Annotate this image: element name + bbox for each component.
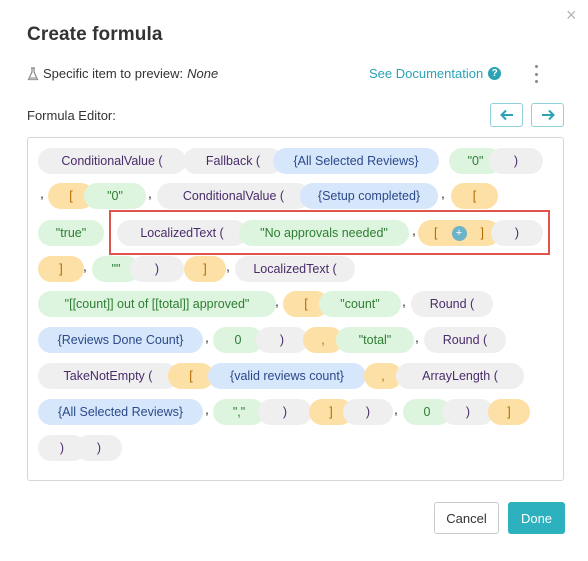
formula-token-function[interactable]: Round ( <box>411 291 493 317</box>
done-button[interactable]: Done <box>508 502 565 534</box>
arrow-left-icon <box>499 109 513 121</box>
formula-token-paren[interactable]: ) <box>343 399 393 425</box>
preview-label: Specific item to preview: <box>43 66 184 81</box>
formula-token-paren[interactable]: ) <box>489 148 543 174</box>
docs-link-label: See Documentation <box>369 66 484 81</box>
formula-token-function[interactable]: ArrayLength ( <box>396 363 524 389</box>
formula-token-comma[interactable]: , <box>80 258 90 274</box>
formula-token-comma[interactable]: , <box>272 293 282 309</box>
formula-token-comma[interactable]: , <box>145 185 155 201</box>
formula-token-paren[interactable]: ) <box>76 435 122 461</box>
formula-token-comma[interactable]: , <box>399 293 409 309</box>
formula-token-string[interactable]: "true" <box>38 220 104 246</box>
close-icon[interactable]: × <box>566 6 577 24</box>
formula-token-string[interactable]: "0" <box>84 183 146 209</box>
undo-button[interactable] <box>490 103 523 127</box>
formula-token-bracket[interactable]: ] <box>488 399 530 425</box>
create-formula-dialog: × Create formula Specific item to previe… <box>0 0 588 561</box>
flask-icon <box>27 66 39 80</box>
formula-token-paren[interactable]: ) <box>442 399 494 425</box>
formula-token-field[interactable]: {All Selected Reviews} <box>38 399 203 425</box>
cancel-button[interactable]: Cancel <box>434 502 499 534</box>
formula-token-paren[interactable]: ) <box>130 256 184 282</box>
formula-token-field[interactable]: {Reviews Done Count} <box>38 327 203 353</box>
formula-token-paren[interactable]: ) <box>258 399 312 425</box>
formula-editor-label: Formula Editor: <box>27 108 116 123</box>
kebab-icon[interactable] <box>532 65 540 83</box>
highlighted-localized-text-block <box>109 210 550 255</box>
formula-token-paren[interactable]: ) <box>256 327 308 353</box>
preview-value[interactable]: None <box>187 66 218 81</box>
formula-token-comma[interactable]: , <box>438 185 448 201</box>
formula-token-function[interactable]: LocalizedText ( <box>235 256 355 282</box>
formula-token-bracket[interactable]: ] <box>38 256 84 282</box>
formula-token-string[interactable]: "total" <box>336 327 414 353</box>
formula-token-comma[interactable]: , <box>202 401 212 417</box>
formula-token-comma[interactable]: , <box>391 401 401 417</box>
question-circle-icon: ? <box>488 67 502 80</box>
formula-token-comma[interactable]: , <box>37 185 47 201</box>
formula-token-function[interactable]: ConditionalValue ( <box>38 148 186 174</box>
see-documentation-link[interactable]: See Documentation ? <box>369 66 502 81</box>
formula-token-string[interactable]: "count" <box>319 291 401 317</box>
formula-token-field[interactable]: {Setup completed} <box>300 183 438 209</box>
formula-token-string[interactable]: "[[count]] out of [[total]] approved" <box>38 291 276 317</box>
formula-token-comma[interactable]: , <box>223 258 233 274</box>
formula-token-field[interactable]: {valid reviews count} <box>208 363 366 389</box>
formula-token-function[interactable]: ConditionalValue ( <box>157 183 310 209</box>
formula-token-function[interactable]: TakeNotEmpty ( <box>38 363 178 389</box>
formula-token-comma[interactable]: , <box>202 329 212 345</box>
redo-button[interactable] <box>531 103 564 127</box>
preview-selector: Specific item to preview: None <box>27 66 218 81</box>
formula-token-function[interactable]: Fallback ( <box>183 148 283 174</box>
formula-token-bracket[interactable]: [ <box>451 183 498 209</box>
arrow-right-icon <box>541 109 555 121</box>
formula-token-field[interactable]: {All Selected Reviews} <box>273 148 439 174</box>
formula-token-comma[interactable]: , <box>412 329 422 345</box>
dialog-title: Create formula <box>27 24 163 45</box>
formula-token-function[interactable]: Round ( <box>424 327 506 353</box>
formula-token-bracket[interactable]: ] <box>184 256 226 282</box>
